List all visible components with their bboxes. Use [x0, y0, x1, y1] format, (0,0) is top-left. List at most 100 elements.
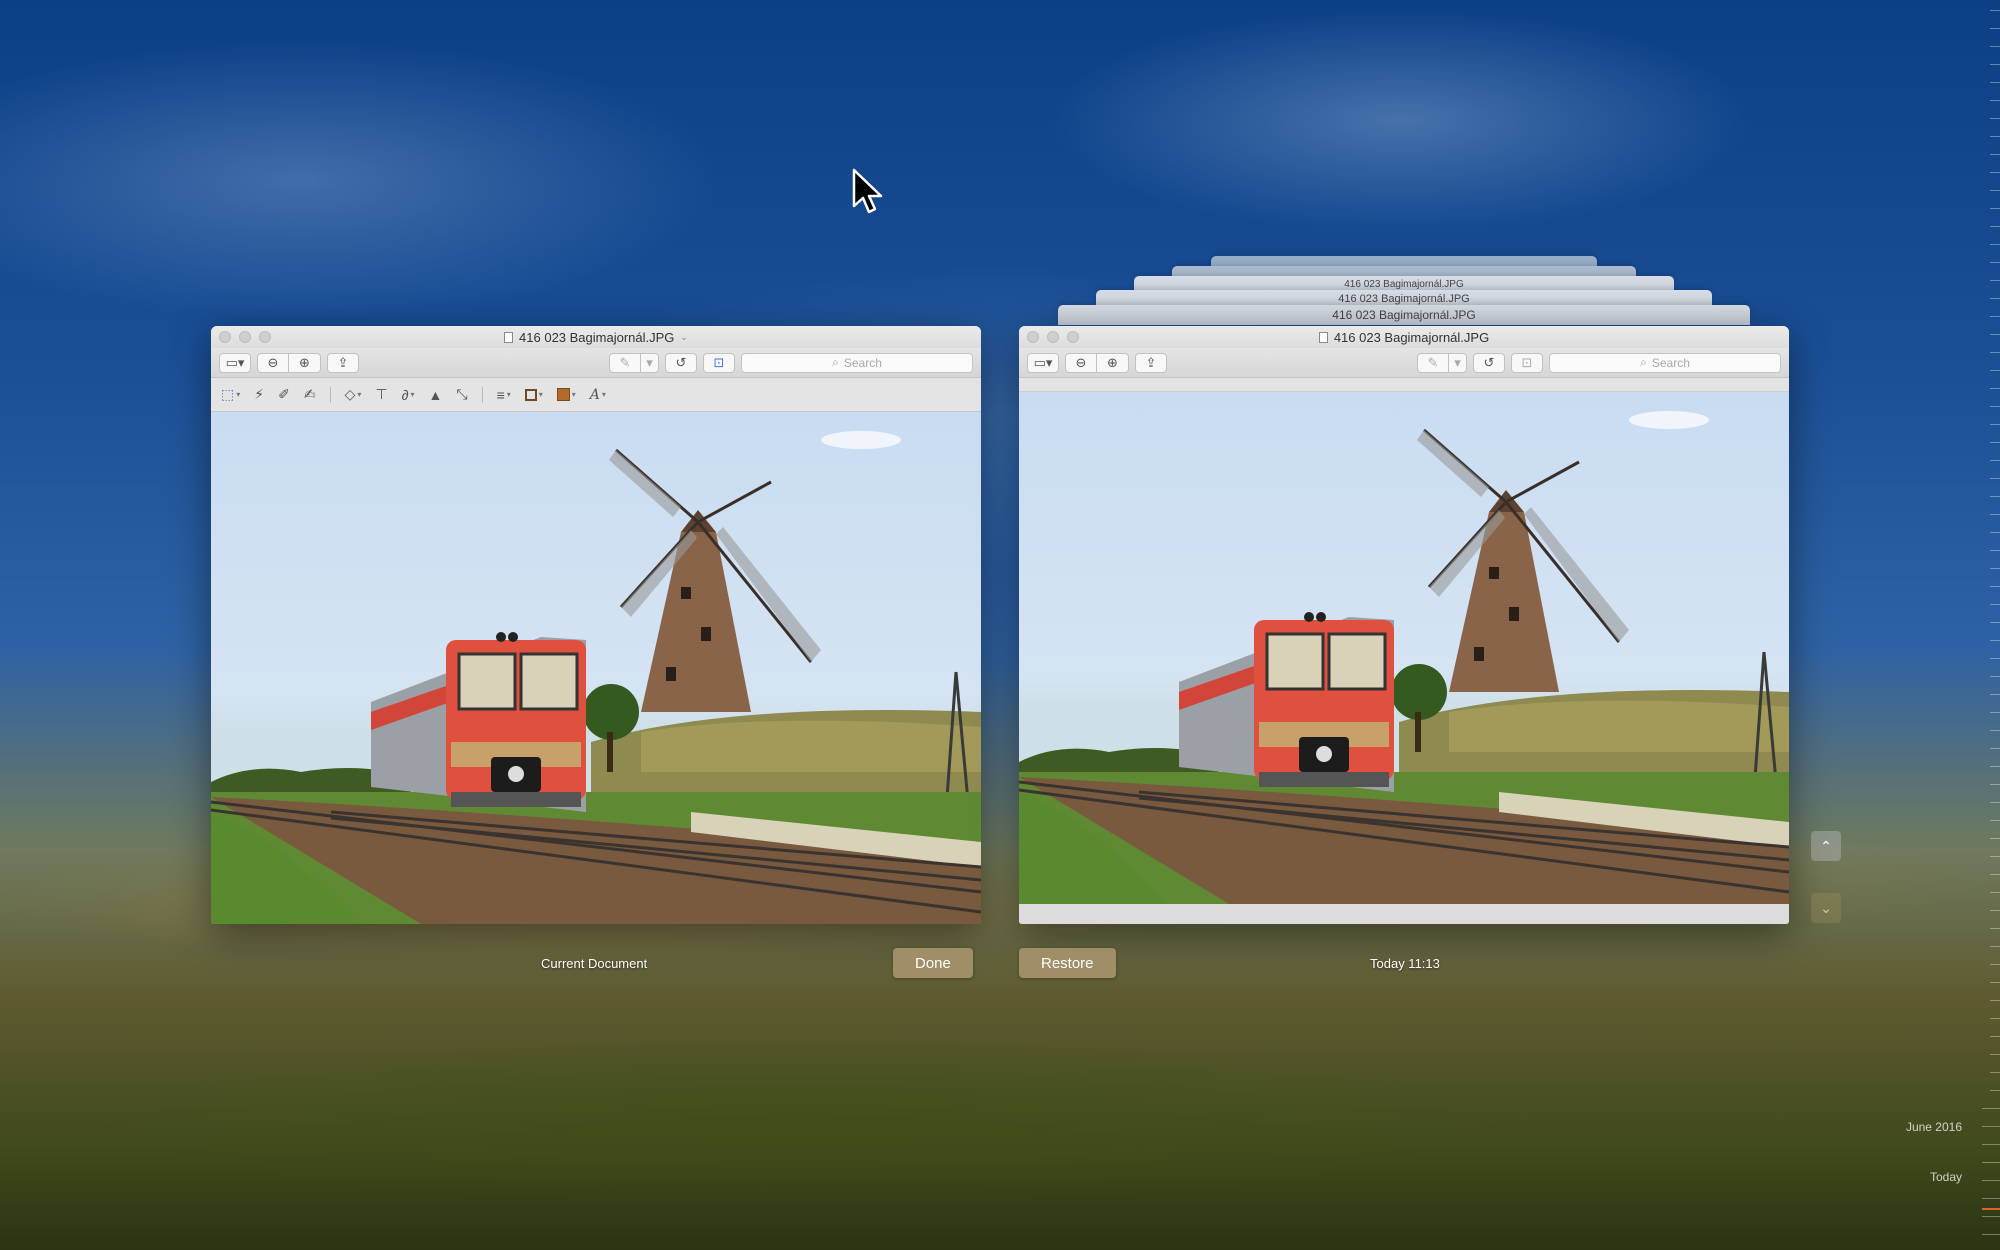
minimize-button[interactable]	[239, 331, 251, 343]
title-bar[interactable]: 416 023 Bagimajornál.JPG ⌄	[211, 326, 981, 348]
timeline-tick	[1990, 946, 2000, 947]
chevron-down-icon: ▾	[538, 390, 543, 399]
markup-toolbar-button[interactable]: ⊡	[1511, 352, 1543, 373]
search-field[interactable]: ⌕ Search	[741, 352, 973, 373]
border-color-tool[interactable]: ▾	[524, 388, 543, 401]
timeline-label[interactable]: Today	[1930, 1170, 1962, 1184]
sidebar-toggle-button[interactable]: ▭▾	[219, 352, 251, 373]
rotate-button[interactable]: ↺	[665, 352, 697, 373]
timeline-tick	[1990, 262, 2000, 263]
title-bar[interactable]: 416 023 Bagimajornál.JPG	[1019, 326, 1789, 348]
minimize-button[interactable]	[1047, 331, 1059, 343]
version-timeline[interactable]	[1970, 0, 2000, 1250]
share-button[interactable]: ⇪	[327, 352, 359, 373]
sidebar-toggle-button[interactable]: ▭▾	[1027, 352, 1059, 373]
current-document-window[interactable]: 416 023 Bagimajornál.JPG ⌄ ▭▾ ⊖ ⊕ ⇪ ✎ ▾ …	[211, 326, 981, 924]
timeline-tick	[1990, 316, 2000, 317]
window-controls	[1027, 331, 1079, 343]
highlight-button[interactable]: ✎	[1417, 352, 1449, 373]
fill-color-icon	[556, 388, 570, 401]
timeline-tick	[1982, 1126, 2000, 1127]
zoom-in-icon: ⊕	[299, 354, 310, 370]
timeline-tick	[1990, 388, 2000, 389]
zoom-button[interactable]	[259, 331, 271, 343]
zoom-out-button[interactable]: ⊖	[257, 352, 289, 373]
close-button[interactable]	[1027, 331, 1039, 343]
toolbar: ▭▾ ⊖ ⊕ ⇪ ✎ ▾ ↺ ⊡ ⌕ Search	[1019, 348, 1789, 378]
chevron-down-icon[interactable]: ⌄	[680, 332, 688, 343]
restore-button[interactable]: Restore	[1019, 948, 1116, 978]
photo-train-windmill	[211, 412, 981, 924]
timeline-tick	[1990, 928, 2000, 929]
text-style-tool[interactable]: A ▾	[590, 387, 606, 403]
zoom-out-button[interactable]: ⊖	[1065, 352, 1097, 373]
zoom-button[interactable]	[1067, 331, 1079, 343]
line-style-tool[interactable]: ≡ ▾	[497, 387, 511, 403]
timeline-tick	[1990, 604, 2000, 605]
timeline-tick	[1990, 676, 2000, 677]
timeline-label[interactable]: June 2016	[1906, 1120, 1962, 1134]
timeline-tick	[1990, 856, 2000, 857]
timeline-tick	[1990, 82, 2000, 83]
shapes-tool[interactable]: ◇ ▾	[345, 386, 362, 403]
timeline-tick	[1990, 712, 2000, 713]
timeline-tick	[1990, 136, 2000, 137]
highlight-menu-button[interactable]: ▾	[1449, 352, 1467, 373]
draw-tool[interactable]: ✍	[304, 386, 316, 403]
sign-tool[interactable]: ∂ ▾	[402, 387, 415, 403]
timeline-tick	[1990, 100, 2000, 101]
timeline-tick	[1990, 478, 2000, 479]
share-button[interactable]: ⇪	[1135, 352, 1167, 373]
adjust-color-tool[interactable]: ▲	[429, 387, 443, 403]
fill-color-tool[interactable]: ▾	[556, 388, 576, 401]
timeline-tick	[1990, 496, 2000, 497]
previous-version-button[interactable]: ⌃	[1811, 831, 1841, 861]
timeline-tick	[1990, 424, 2000, 425]
timeline-tick	[1990, 334, 2000, 335]
timeline-tick	[1982, 1216, 2000, 1217]
highlight-menu-button[interactable]: ▾	[641, 352, 659, 373]
timeline-tick	[1990, 154, 2000, 155]
timeline-tick	[1990, 550, 2000, 551]
done-button[interactable]: Done	[893, 948, 973, 978]
version-window[interactable]: 416 023 Bagimajornál.JPG ▭▾ ⊖ ⊕ ⇪ ✎ ▾ ↺ …	[1019, 326, 1789, 924]
chevron-down-icon: ▾	[601, 390, 606, 399]
sketch-tool[interactable]: ✐	[278, 386, 290, 403]
divider	[481, 386, 483, 403]
timeline-current-marker	[1982, 1208, 2000, 1210]
photo-content	[1019, 411, 1789, 904]
highlight-button[interactable]: ✎	[609, 352, 641, 373]
stacked-version-window[interactable]: 416 023 Bagimajornál.JPG	[1058, 305, 1750, 325]
selection-tool[interactable]: ⬚ ▾	[221, 386, 240, 403]
photo-train-windmill	[1019, 392, 1789, 904]
chevron-down-icon: ▾	[357, 390, 362, 399]
rotate-button[interactable]: ↺	[1473, 352, 1505, 373]
window-title: 416 023 Bagimajornál.JPG	[519, 329, 675, 345]
timeline-tick	[1990, 370, 2000, 371]
close-button[interactable]	[219, 331, 231, 343]
timeline-tick	[1990, 226, 2000, 227]
instant-alpha-tool[interactable]: ⚡	[254, 386, 264, 403]
markup-toolbar-button[interactable]: ⊡	[703, 352, 735, 373]
current-document-label: Current Document	[541, 956, 648, 971]
text-tool[interactable]: ⊤	[375, 386, 387, 403]
timeline-tick	[1990, 1054, 2000, 1055]
adjust-size-tool[interactable]: ⤡	[456, 386, 467, 403]
timeline-tick	[1990, 568, 2000, 569]
chevron-down-icon: ▾	[646, 354, 653, 370]
zoom-in-button[interactable]: ⊕	[289, 352, 321, 373]
timeline-tick	[1990, 46, 2000, 47]
version-time-label: Today 11:13	[1370, 956, 1440, 971]
zoom-in-button[interactable]: ⊕	[1097, 352, 1129, 373]
timeline-tick	[1990, 622, 2000, 623]
timeline-tick	[1990, 838, 2000, 839]
font-icon: A	[589, 386, 600, 403]
chevron-down-icon: ▾	[236, 390, 241, 399]
share-icon: ⇪	[1145, 354, 1157, 370]
next-version-button[interactable]: ⌄	[1811, 893, 1841, 923]
adjust-color-icon: ▲	[428, 386, 443, 403]
search-field[interactable]: ⌕ Search	[1549, 352, 1781, 373]
line-style-icon: ≡	[496, 386, 505, 403]
timeline-tick	[1990, 532, 2000, 533]
timeline-tick	[1990, 1090, 2000, 1091]
